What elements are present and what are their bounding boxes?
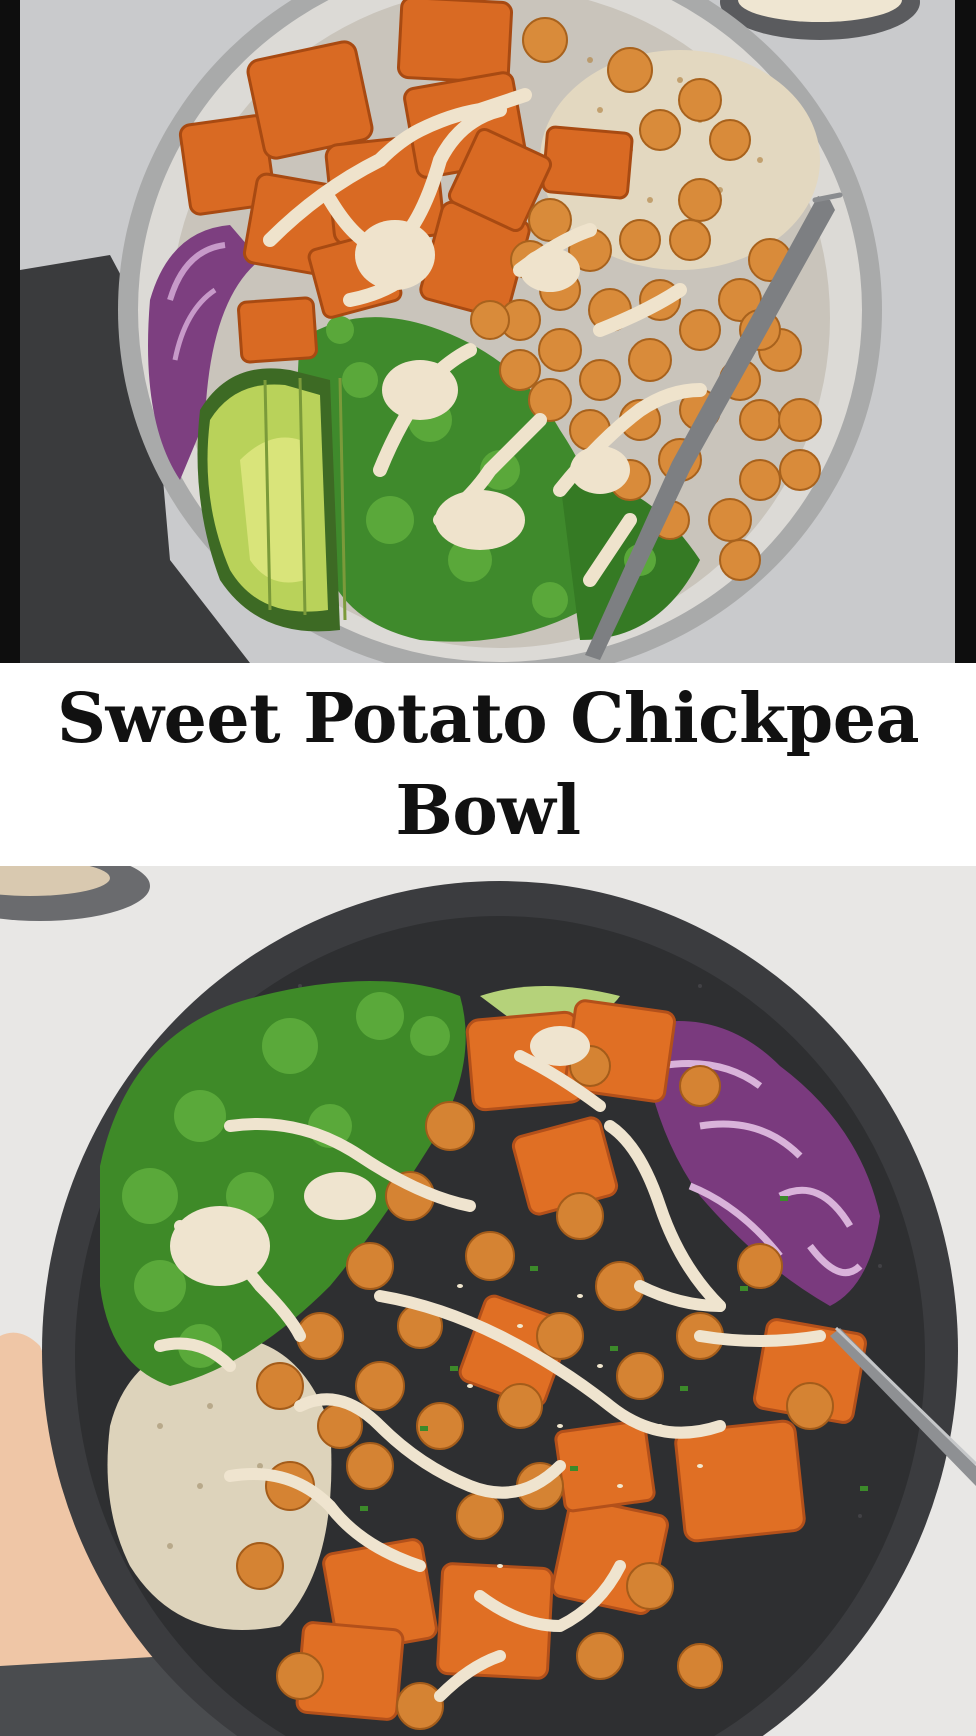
bottom-bowl-photo <box>0 866 976 1736</box>
title-band: Sweet Potato Chickpea Bowl <box>0 663 976 866</box>
top-bowl-photo <box>0 0 976 663</box>
pin-image: Sweet Potato Chickpea Bowl <box>0 0 976 1736</box>
recipe-title: Sweet Potato Chickpea Bowl <box>56 678 920 851</box>
